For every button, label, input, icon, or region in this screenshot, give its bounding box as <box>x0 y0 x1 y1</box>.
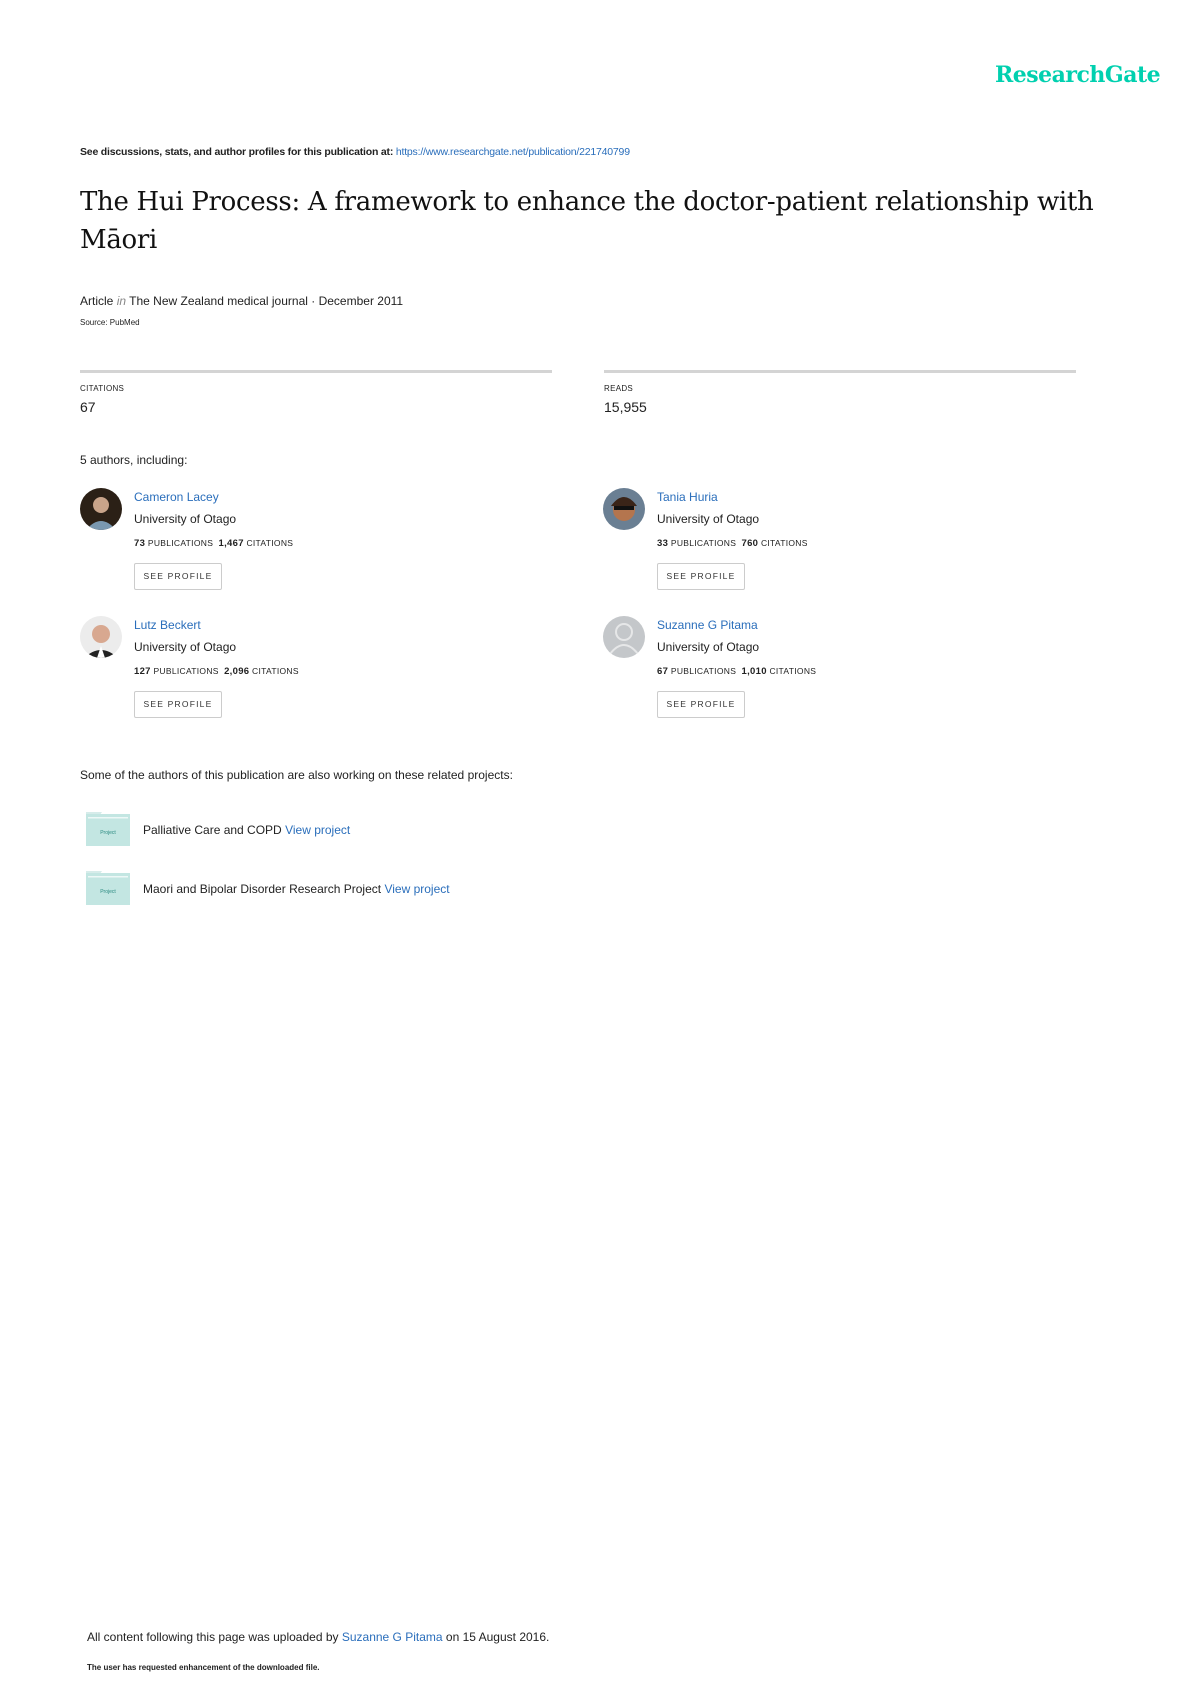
author-stats: 33 PUBLICATIONS 760 CITATIONS <box>657 538 808 549</box>
citations-label: CITATIONS <box>760 538 808 548</box>
journal-name: The New Zealand medical journal <box>129 294 308 308</box>
avatar[interactable] <box>603 488 645 530</box>
publications-label: PUBLICATIONS <box>670 666 737 676</box>
author-affiliation: University of Otago <box>657 640 760 654</box>
view-project-link[interactable]: View project <box>285 823 350 837</box>
avatar[interactable] <box>80 488 122 530</box>
citations-label: CITATIONS <box>80 384 125 393</box>
project-text: Palliative Care and COPD View project <box>143 823 350 837</box>
header-line: See discussions, stats, and author profi… <box>80 146 630 158</box>
page-title: The Hui Process: A framework to enhance … <box>80 187 1094 255</box>
publication-meta: Article in The New Zealand medical journ… <box>80 294 404 308</box>
citations-label: CITATIONS <box>769 666 817 676</box>
in-label: in <box>116 294 127 308</box>
upload-note: All content following this page was uplo… <box>87 1630 549 1644</box>
citations-count: 2,096 <box>224 666 250 677</box>
avatar[interactable] <box>80 616 122 658</box>
upload-prefix: All content following this page was uplo… <box>87 1630 339 1644</box>
see-profile-button[interactable]: SEE PROFILE <box>134 563 222 590</box>
publication-url-link[interactable]: https://www.researchgate.net/publication… <box>396 146 630 158</box>
author-affiliation: University of Otago <box>134 640 237 654</box>
authors-heading: 5 authors, including: <box>80 453 188 467</box>
author-stats: 127 PUBLICATIONS 2,096 CITATIONS <box>134 666 299 677</box>
divider-reads <box>604 370 1076 373</box>
project-text: Maori and Bipolar Disorder Research Proj… <box>143 882 450 896</box>
uploader-link[interactable]: Suzanne G Pitama <box>342 1630 443 1644</box>
author-affiliation: University of Otago <box>657 512 760 526</box>
author-stats: 73 PUBLICATIONS 1,467 CITATIONS <box>134 538 293 549</box>
project-icon-label: Project <box>100 889 116 895</box>
divider-citations <box>80 370 552 373</box>
header-prefix: See discussions, stats, and author profi… <box>80 146 394 158</box>
reads-label: READS <box>604 384 634 393</box>
citations-count: 67 <box>80 399 96 415</box>
project-icon-label: Project <box>100 830 116 836</box>
publication-type: Article <box>80 294 114 308</box>
publications-count: 127 <box>134 666 151 677</box>
project-name: Palliative Care and COPD <box>143 823 282 837</box>
upload-date: on 15 August 2016. <box>445 1630 550 1644</box>
citations-count: 1,010 <box>741 666 767 677</box>
reads-count: 15,955 <box>604 399 647 415</box>
project-folder-icon: Project <box>86 871 130 905</box>
citations-label: CITATIONS <box>246 538 294 548</box>
author-stats: 67 PUBLICATIONS 1,010 CITATIONS <box>657 666 816 677</box>
citations-count: 760 <box>741 538 759 549</box>
avatar[interactable] <box>603 616 645 658</box>
see-profile-button[interactable]: SEE PROFILE <box>134 691 222 718</box>
publications-label: PUBLICATIONS <box>670 538 737 548</box>
see-profile-button[interactable]: SEE PROFILE <box>657 563 745 590</box>
publications-label: PUBLICATIONS <box>147 538 214 548</box>
author-affiliation: University of Otago <box>134 512 237 526</box>
author-name-link[interactable]: Suzanne G Pitama <box>657 618 758 632</box>
related-projects-heading: Some of the authors of this publication … <box>80 768 513 782</box>
project-folder-icon: Project <box>86 812 130 846</box>
publications-count: 73 <box>134 538 146 549</box>
citations-count: 1,467 <box>218 538 244 549</box>
view-project-link[interactable]: View project <box>384 882 449 896</box>
see-profile-button[interactable]: SEE PROFILE <box>657 691 745 718</box>
publications-count: 33 <box>657 538 669 549</box>
publications-count: 67 <box>657 666 669 677</box>
publication-source: Source: PubMed <box>80 318 140 327</box>
author-name-link[interactable]: Cameron Lacey <box>134 490 219 504</box>
publication-date: December 2011 <box>318 294 404 308</box>
project-name: Maori and Bipolar Disorder Research Proj… <box>143 882 382 896</box>
enhancement-note: The user has requested enhancement of th… <box>87 1663 320 1672</box>
citations-label: CITATIONS <box>252 666 299 676</box>
publications-label: PUBLICATIONS <box>153 666 219 676</box>
author-name-link[interactable]: Lutz Beckert <box>134 618 201 632</box>
researchgate-logo[interactable]: ResearchGate <box>995 62 1161 88</box>
author-name-link[interactable]: Tania Huria <box>657 490 718 504</box>
